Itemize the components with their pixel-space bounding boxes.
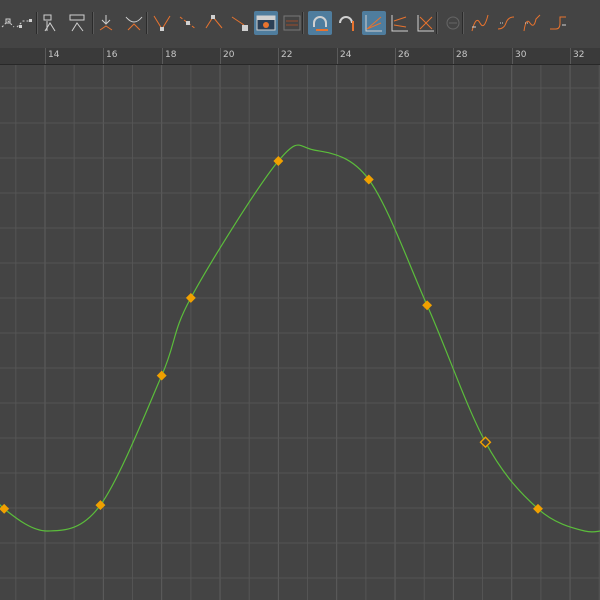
ruler-frame-label: 28 bbox=[456, 50, 468, 60]
oscillate-icon bbox=[523, 14, 541, 32]
normalize-curves-button[interactable] bbox=[362, 11, 386, 35]
ruler-tick bbox=[453, 48, 454, 64]
ruler-tick bbox=[337, 48, 338, 64]
toolbar-separator bbox=[92, 12, 94, 34]
cycle-offset-button[interactable] bbox=[494, 11, 518, 35]
denormalize-icon bbox=[391, 15, 408, 32]
infinity-icon bbox=[446, 16, 460, 30]
linear-tangent-icon bbox=[179, 16, 197, 30]
ruler-tick bbox=[570, 48, 571, 64]
ruler-frame-label: 14 bbox=[48, 50, 60, 60]
keyframe[interactable] bbox=[185, 292, 196, 303]
ruler-frame-label: 30 bbox=[515, 50, 527, 60]
ruler-frame-label: 16 bbox=[106, 50, 118, 60]
ruler-tick bbox=[220, 48, 221, 64]
keyframe[interactable] bbox=[422, 300, 433, 311]
ruler-tick bbox=[45, 48, 46, 64]
region-keys-icon bbox=[69, 14, 85, 32]
ruler-frame-label: 20 bbox=[223, 50, 235, 60]
buffer-curve-snapshot-button[interactable] bbox=[254, 11, 278, 35]
keyframe[interactable] bbox=[363, 174, 374, 185]
key-down-icon bbox=[99, 15, 113, 31]
magnet-value-icon bbox=[339, 16, 354, 31]
post-infinity-button[interactable] bbox=[546, 11, 570, 35]
graph-canvas[interactable] bbox=[0, 65, 600, 600]
keyframe-selected[interactable] bbox=[479, 436, 492, 449]
post-infinity-icon bbox=[550, 16, 566, 30]
ruler-frame-label: 18 bbox=[165, 50, 177, 60]
region-scale-keys-button[interactable] bbox=[66, 11, 90, 35]
swap-buffer-curve-button[interactable] bbox=[280, 11, 304, 35]
ruler-tick bbox=[162, 48, 163, 64]
spline-tangents-button[interactable] bbox=[150, 11, 174, 35]
ruler-frame-label: 24 bbox=[340, 50, 352, 60]
flat-tangent-icon bbox=[205, 15, 223, 29]
ruler-tick bbox=[395, 48, 396, 64]
ruler-frame-label: 26 bbox=[398, 50, 410, 60]
stacked-curves-icon bbox=[417, 15, 434, 32]
ruler-frame-label: 32 bbox=[573, 50, 585, 60]
magnet-frame-icon bbox=[313, 16, 328, 31]
insert-keys-tool-button[interactable] bbox=[13, 11, 37, 35]
ruler-tick bbox=[512, 48, 513, 64]
break-key-button[interactable] bbox=[122, 11, 146, 35]
cycle-button[interactable] bbox=[468, 11, 492, 35]
cycle-offset-icon bbox=[497, 16, 515, 30]
lattice-keys-icon bbox=[43, 14, 56, 32]
spline-tangent-icon bbox=[153, 15, 171, 31]
keyframe[interactable] bbox=[156, 370, 167, 381]
ruler-frame-label: 22 bbox=[281, 50, 293, 60]
flat-tangents-button[interactable] bbox=[202, 11, 226, 35]
animation-curve[interactable] bbox=[0, 144, 600, 533]
stacked-curves-button[interactable] bbox=[414, 11, 438, 35]
auto-frame-button[interactable] bbox=[308, 11, 332, 35]
cycle-curve-icon bbox=[471, 14, 489, 32]
swap-buffer-icon bbox=[283, 15, 301, 31]
lock-tangent-icon bbox=[231, 16, 248, 31]
break-key-icon bbox=[125, 16, 143, 31]
toolbar-separator bbox=[146, 12, 148, 34]
buffer-curve-icon bbox=[256, 15, 276, 31]
dashed-keys-insert-icon bbox=[16, 19, 32, 28]
graph-view[interactable] bbox=[0, 65, 600, 600]
lock-tangent-button[interactable] bbox=[228, 11, 252, 35]
set-key-button[interactable] bbox=[96, 11, 120, 35]
normalize-icon bbox=[365, 15, 382, 32]
lattice-deform-keys-button[interactable] bbox=[40, 11, 64, 35]
snap-values-button[interactable] bbox=[334, 11, 358, 35]
time-ruler[interactable]: 14 16 18 20 22 24 26 28 30 32 bbox=[0, 48, 600, 65]
pre-infinity-button[interactable] bbox=[441, 11, 465, 35]
graph-editor-toolbar bbox=[0, 0, 600, 49]
denormalize-curves-button[interactable] bbox=[388, 11, 412, 35]
linear-tangents-button[interactable] bbox=[176, 11, 200, 35]
ruler-tick bbox=[278, 48, 279, 64]
ruler-tick bbox=[103, 48, 104, 64]
keyframe[interactable] bbox=[95, 500, 106, 511]
oscillate-button[interactable] bbox=[520, 11, 544, 35]
